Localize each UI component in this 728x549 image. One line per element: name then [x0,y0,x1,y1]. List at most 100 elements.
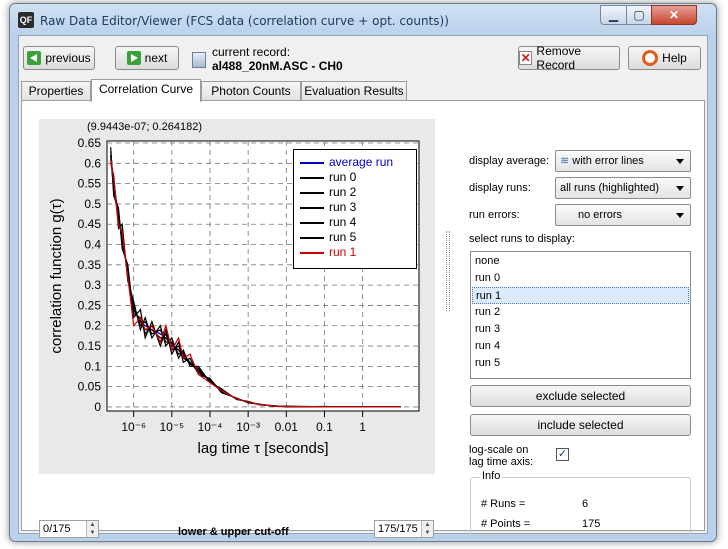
legend-label: average run [329,155,394,169]
runs-count-label: # Runs = [481,498,526,510]
help-button[interactable]: Help [628,46,701,70]
chevron-down-icon [676,186,684,191]
run-errors-value: no errors [578,209,623,221]
legend-label: run 5 [329,230,357,244]
correlation-plot[interactable]: 0 0.05 0.1 0.15 0.2 0.25 0.3 0.35 0.4 0.45 0.5 0.55… [39,119,435,474]
legend-swatch [300,177,324,179]
y-tick-label: 0.35 [78,258,102,272]
upper-cutoff-value: 175/175 [378,523,418,535]
x-axis-label: lag time τ [seconds] [198,440,329,457]
display-average-value: with error lines [572,155,644,167]
runs-count-value: 6 [582,498,589,510]
legend-swatch [300,162,324,164]
run-list-item[interactable]: run 5 [472,355,689,372]
display-runs-value: all runs (highlighted) [560,182,660,194]
run-list-item[interactable]: run 0 [472,270,689,287]
app-icon: QF [18,12,34,28]
display-average-label: display average: [469,155,550,167]
x-tick-label: 1 [359,420,366,434]
cutoff-label: lower & upper cut-off [178,526,289,538]
info-title: Info [480,470,503,482]
current-record-value: al488_20nM.ASC - CH0 [212,59,343,73]
legend-swatch [300,222,324,224]
legend-swatch [300,192,324,194]
logscale-label-line1: log-scale on [469,444,529,456]
chevron-down-icon [676,159,684,164]
maximize-button[interactable]: ▢ [626,5,652,25]
remove-record-button[interactable]: ✕ Remove Record [518,44,620,72]
x-tick-label: 10⁻⁴ [198,420,223,434]
record-icon [192,52,206,68]
run-list-item[interactable]: run 3 [472,321,689,338]
logscale-checkbox[interactable]: ✓ [556,448,569,461]
legend-item: run 0 [294,170,418,185]
previous-button[interactable]: previous [23,46,95,70]
select-runs-label: select runs to display: [469,233,575,245]
legend-label: run 4 [329,215,357,229]
x-tick-label: 10⁻³ [236,420,260,434]
y-tick-label: 0.4 [84,238,101,252]
x-tick-label: 0.1 [316,420,333,434]
spin-arrows-icon[interactable]: ▲ ▼ [86,521,98,537]
spin-arrows-icon[interactable]: ▲ ▼ [421,521,433,537]
title-bar[interactable]: QF Raw Data Editor/Viewer (FCS data (cor… [10,4,716,36]
previous-label: previous [45,51,91,65]
legend-label: run 0 [329,170,357,184]
upper-cutoff-spinbox[interactable]: 175/175 ▲ ▼ [374,520,434,538]
y-tick-label: 0.5 [84,197,101,211]
lower-cutoff-spinbox[interactable]: 0/175 ▲ ▼ [39,520,99,538]
y-tick-label: 0.05 [78,380,102,394]
lower-cutoff-value: 0/175 [43,523,71,535]
y-tick-label: 0.15 [78,339,102,353]
tab-properties[interactable]: Properties [21,81,91,101]
info-group: Info # Runs = 6 # Points = 175 [470,470,691,536]
tab-evaluation-results[interactable]: Evaluation Results [301,81,407,101]
run-list[interactable]: none run 0 run 1 run 2 run 3 run 4 run 5 [470,251,691,379]
run-errors-combo[interactable]: no errors [555,204,691,226]
logscale-label: log-scale on lag time axis: [469,444,533,468]
x-tick-label: 0.01 [275,420,299,434]
display-runs-label: display runs: [469,182,531,194]
exclude-selected-button[interactable]: exclude selected [470,385,691,407]
run-list-item[interactable]: run 2 [472,304,689,321]
next-button[interactable]: next [115,46,179,70]
run-errors-label: run errors: [469,209,520,221]
y-tick-label: 0.1 [84,359,101,373]
legend-label: run 1 [329,245,357,259]
x-tick-label: 10⁻⁶ [121,420,146,434]
logscale-label-line2: lag time axis: [469,456,534,468]
client-area: previous next current record: al488_20nM… [18,35,708,538]
arrow-left-icon [27,51,42,65]
run-list-item[interactable]: run 1 [472,287,689,304]
y-tick-label: 0.25 [78,298,102,312]
lifebuoy-icon [642,50,659,66]
minimize-button[interactable]: ▁ [600,5,627,25]
legend-item: run 1 [294,245,418,260]
tab-correlation-curve[interactable]: Correlation Curve [91,79,201,102]
legend-item: run 3 [294,200,418,215]
legend-label: run 3 [329,200,357,214]
tab-photon-counts[interactable]: Photon Counts [201,81,301,101]
legend-swatch [300,252,324,254]
y-tick-label: 0.6 [84,156,101,170]
y-axis-label: correlation function g(τ) [48,198,65,353]
include-selected-button[interactable]: include selected [470,414,691,436]
cursor-readout: (9.9443e-07; 0.264182) [87,121,202,133]
window-title: Raw Data Editor/Viewer (FCS data (correl… [40,14,449,28]
y-tick-label: 0.45 [78,217,102,231]
display-average-combo[interactable]: ≋ with error lines [555,150,691,172]
run-list-item[interactable]: run 4 [472,338,689,355]
close-button[interactable]: ✕ [651,5,697,25]
legend-swatch [300,207,324,209]
current-record-label: current record: [212,45,291,59]
points-count-value: 175 [582,518,601,530]
legend-item: run 2 [294,185,418,200]
legend-item: run 4 [294,215,418,230]
splitter-handle[interactable] [446,231,450,311]
delete-icon: ✕ [519,51,533,65]
y-tick-label: 0.3 [84,278,101,292]
run-list-item[interactable]: none [472,253,689,270]
next-label: next [144,51,168,65]
wave-icon: ≋ [560,155,573,167]
display-runs-combo[interactable]: all runs (highlighted) [555,177,691,199]
